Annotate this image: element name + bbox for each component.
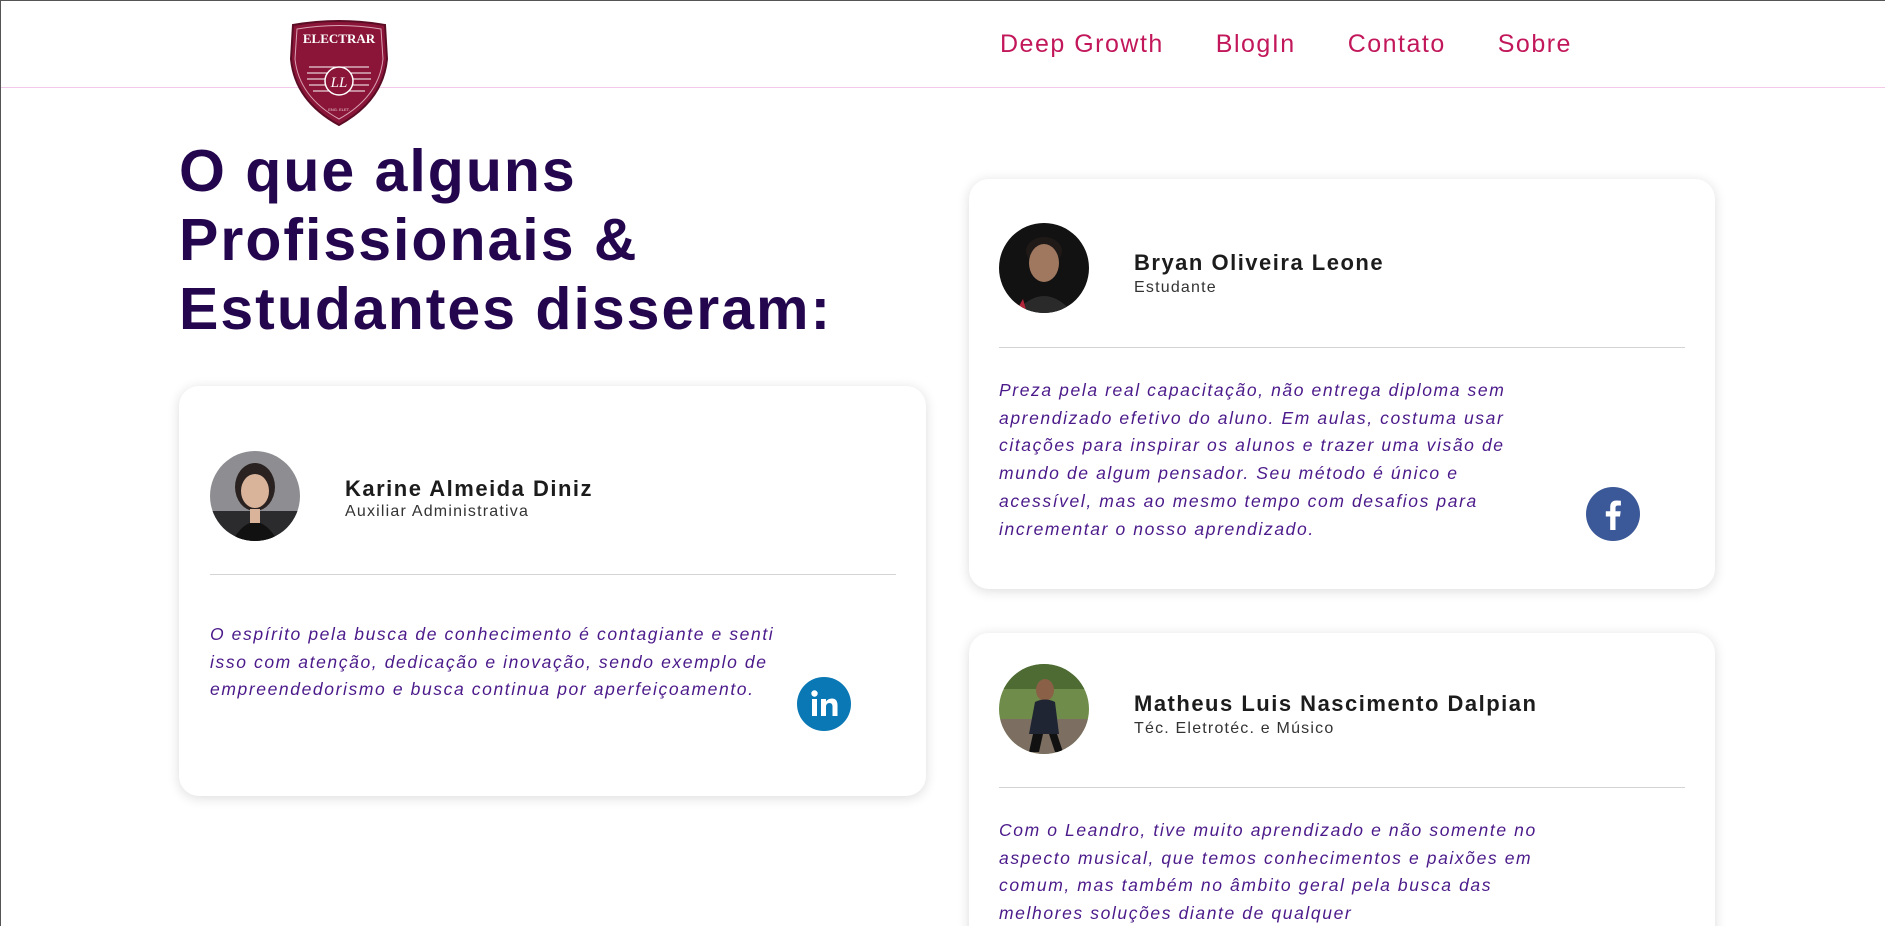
page-title-line1: O que alguns [179, 138, 577, 204]
linkedin-icon[interactable] [797, 677, 851, 731]
testimonial-quote: O espírito pela busca de conhecimento é … [210, 624, 775, 700]
site-header: Deep Growth BlogIn Contato Sobre [1, 1, 1885, 88]
page-title: O que alguns Profissionais & Estudantes … [179, 137, 899, 344]
testimonial-card: Karine Almeida Diniz Auxiliar Administra… [179, 386, 926, 796]
avatar [999, 223, 1089, 313]
page-title-line3: Estudantes disseram: [179, 276, 833, 342]
nav-deep-growth[interactable]: Deep Growth [1000, 27, 1164, 61]
testimonial-name: Bryan Oliveira Leone [1134, 250, 1385, 275]
testimonial-card: Bryan Oliveira Leone Estudante Preza pel… [969, 179, 1715, 589]
testimonial-role: Estudante [1134, 279, 1217, 296]
logo-monogram: LL [330, 75, 348, 91]
testimonial-role: Auxiliar Administrativa [345, 503, 530, 520]
avatar [210, 451, 300, 541]
testimonial-card: Matheus Luis Nascimento Dalpian Téc. Ele… [969, 633, 1715, 926]
page-frame: Deep Growth BlogIn Contato Sobre ELECTRA… [0, 0, 1885, 926]
electrar-logo[interactable]: ELECTRAR LL ENG. ELET. [287, 19, 391, 127]
logo-text: ELECTRAR [303, 31, 376, 46]
facebook-icon[interactable] [1586, 487, 1640, 541]
divider [210, 574, 896, 575]
testimonial-role: Téc. Eletrotéc. e Músico [1134, 720, 1335, 737]
page-title-line2: Profissionais & [179, 207, 639, 273]
testimonial-quote: Com o Leandro, tive muito aprendizado e … [999, 820, 1537, 924]
nav-contato[interactable]: Contato [1348, 27, 1446, 61]
main-nav: Deep Growth BlogIn Contato Sobre [1000, 27, 1572, 61]
testimonial-name: Matheus Luis Nascimento Dalpian [1134, 691, 1538, 716]
divider [999, 787, 1685, 788]
testimonial-quote: Preza pela real capacitação, não entrega… [999, 380, 1506, 539]
avatar [999, 664, 1089, 754]
nav-blogin[interactable]: BlogIn [1216, 27, 1296, 61]
testimonial-name: Karine Almeida Diniz [345, 476, 594, 501]
logo-small-text: ENG. ELET. [328, 107, 350, 112]
divider [999, 347, 1685, 348]
nav-sobre[interactable]: Sobre [1498, 27, 1572, 61]
